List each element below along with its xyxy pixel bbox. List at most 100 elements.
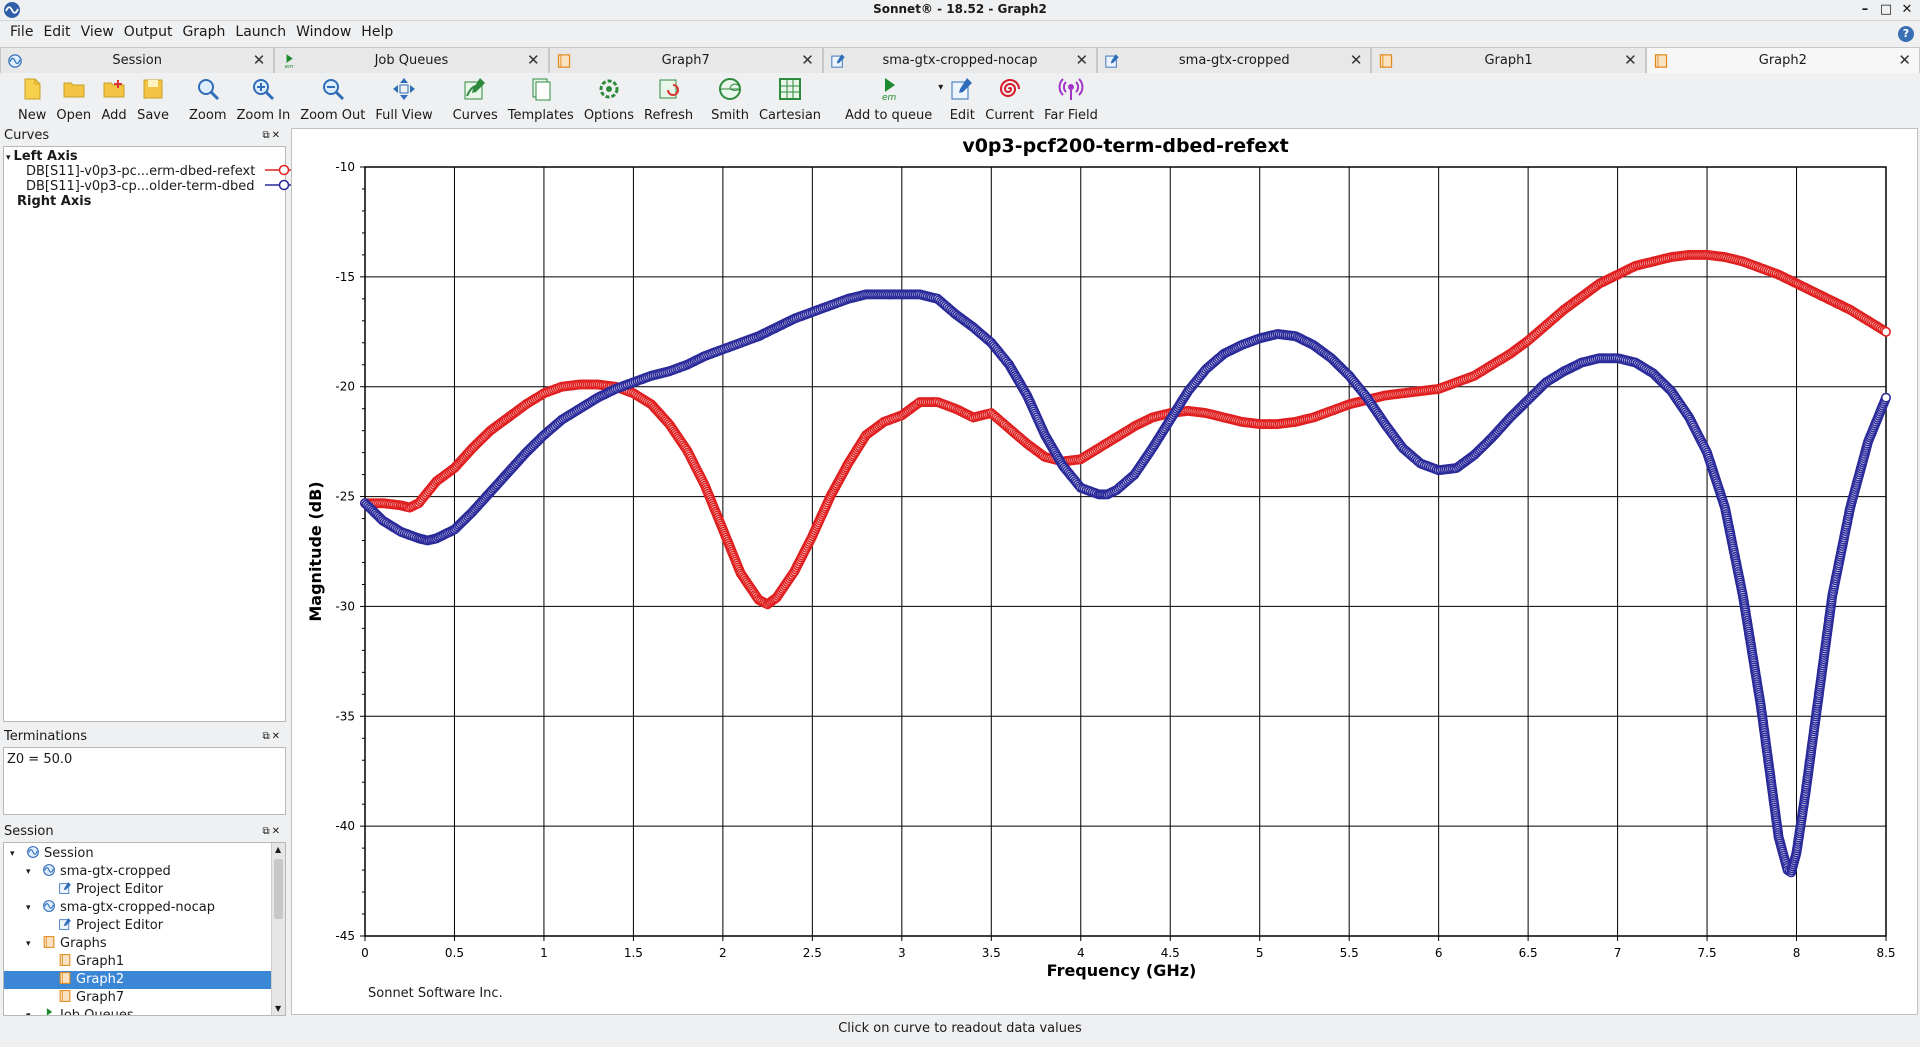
tab-close-icon[interactable]: ✕: [527, 51, 540, 69]
tab-close-icon[interactable]: ✕: [801, 51, 814, 69]
graph-area[interactable]: v0p3-pcf200-term-dbed-refext 0 0.5 1 1.5 2 2.5…: [291, 128, 1918, 1015]
graph-doc-icon: [1378, 53, 1394, 69]
y-axis-label: Magnitude (dB): [306, 481, 325, 621]
menu-window[interactable]: Window: [292, 22, 357, 44]
session-tree-item[interactable]: ▾ sma-gtx-cropped: [4, 863, 272, 881]
curve-item[interactable]: DB[S11]-v0p3-cp...older-term-dbed: [26, 179, 303, 194]
full-view-button[interactable]: Full View: [375, 74, 433, 126]
tree-expand-arrow-icon[interactable]: ▾: [26, 1007, 31, 1015]
x-tick-label: 1.5: [624, 946, 643, 960]
session-tree-item[interactable]: ▾ Graphs: [4, 935, 272, 953]
series-red[interactable]: [360, 249, 1892, 610]
edit-icon: [951, 78, 973, 100]
save-button[interactable]: Save: [137, 74, 169, 126]
smith-button[interactable]: Smith: [711, 74, 749, 126]
maximize-button[interactable]: □: [1877, 1, 1895, 19]
refresh-button[interactable]: Refresh: [644, 74, 693, 126]
menu-output[interactable]: Output: [120, 22, 179, 44]
tab-sma-gtx-cropped-nocap[interactable]: sma-gtx-cropped-nocap ✕: [822, 47, 1098, 73]
tab-session[interactable]: Session ✕: [0, 47, 275, 73]
session-scrollbar[interactable]: ▲ ▼: [271, 843, 285, 1015]
session-tree-item[interactable]: Project Editor: [4, 881, 272, 899]
add-button[interactable]: Add: [101, 74, 127, 126]
curve-item[interactable]: DB[S11]-v0p3-pc...erm-dbed-refext: [26, 164, 304, 179]
sonnet-project-icon: [42, 899, 56, 913]
scroll-up-icon[interactable]: ▲: [275, 845, 281, 854]
right-axis-node[interactable]: Right Axis: [17, 194, 91, 209]
help-icon[interactable]: ?: [1898, 26, 1914, 42]
far-field-button[interactable]: Far Field: [1044, 74, 1098, 126]
tab-sma-gtx-cropped[interactable]: sma-gtx-cropped ✕: [1097, 47, 1372, 73]
session-tree-item[interactable]: ▾ em Job Queues: [4, 1007, 272, 1015]
series-blue[interactable]: [360, 289, 1892, 878]
new-button[interactable]: New: [18, 74, 46, 126]
tree-expand-arrow-icon[interactable]: ▾: [26, 863, 31, 881]
x-tick-label: 5.5: [1340, 946, 1359, 960]
tree-expand-arrow-icon[interactable]: ▾: [26, 935, 31, 953]
session-tree-item[interactable]: Graph1: [4, 953, 272, 971]
zoom-in-button[interactable]: Zoom In: [237, 74, 290, 126]
menu-view[interactable]: View: [77, 22, 120, 44]
left-axis-node[interactable]: ▾ Left Axis: [6, 149, 78, 164]
curves-button[interactable]: Curves: [453, 74, 498, 126]
zoom-out-button[interactable]: Zoom Out: [300, 74, 365, 126]
menu-graph[interactable]: Graph: [178, 22, 231, 44]
toolbar-button-label: Save: [137, 108, 170, 123]
panel-float-close-icon[interactable]: ⧉✕: [262, 731, 282, 742]
collapse-arrow-icon[interactable]: ▾: [6, 153, 11, 163]
session-tree-item[interactable]: Project Editor: [4, 917, 272, 935]
tab-close-icon[interactable]: ✕: [1076, 51, 1089, 69]
panel-float-close-icon[interactable]: ⧉✕: [262, 130, 282, 141]
x-tick-label: 5: [1256, 946, 1264, 960]
current-button[interactable]: Current: [985, 74, 1034, 126]
tab-graph1[interactable]: Graph1 ✕: [1371, 47, 1646, 73]
templates-button[interactable]: Templates: [508, 74, 574, 126]
main-toolbar: New Open Add Save Zoom Zoom In Zoom Out Full Vi…: [0, 74, 1920, 126]
cartesian-button[interactable]: Cartesian: [759, 74, 821, 126]
tree-expand-arrow-icon[interactable]: ▾: [26, 899, 31, 917]
add-to-queue-button[interactable]: em Add to queue: [845, 74, 932, 126]
session-tree-item[interactable]: ▾ sma-gtx-cropped-nocap: [4, 899, 272, 917]
tab-close-icon[interactable]: ✕: [1624, 51, 1637, 69]
tree-expand-arrow-icon[interactable]: ▾: [10, 845, 15, 863]
menu-launch[interactable]: Launch: [231, 22, 292, 44]
session-tree-item[interactable]: ▾ Session: [4, 845, 272, 863]
session-tree-item[interactable]: Graph2: [4, 971, 272, 989]
data-point-marker[interactable]: [1881, 392, 1892, 403]
window-title: Sonnet® - 18.52 - Graph2: [873, 2, 1047, 16]
tab-graph7[interactable]: Graph7 ✕: [548, 47, 823, 73]
queue-dropdown-arrow-icon[interactable]: ▾: [938, 82, 943, 93]
tab-label: Graph2: [1758, 53, 1807, 68]
menu-edit[interactable]: Edit: [39, 22, 76, 44]
panel-float-close-icon[interactable]: ⧉✕: [262, 826, 282, 837]
tab-graph2[interactable]: Graph2 ✕: [1645, 47, 1920, 73]
tab-close-icon[interactable]: ✕: [1898, 51, 1911, 69]
menu-help[interactable]: Help: [357, 22, 399, 44]
close-window-button[interactable]: ✕: [1898, 1, 1916, 19]
add-folder-icon: [103, 80, 125, 98]
sonnet-session-icon: [26, 845, 40, 859]
menu-file[interactable]: File: [6, 22, 39, 44]
tree-item-label: Graph7: [76, 990, 125, 1005]
project-editor-icon: [1105, 54, 1119, 68]
sonnet-session-icon: [7, 53, 23, 69]
smith-chart-icon: [719, 78, 742, 100]
zoom-button[interactable]: Zoom: [189, 74, 227, 126]
data-point-marker[interactable]: [1881, 326, 1892, 337]
curves-icon: [464, 78, 486, 100]
open-button[interactable]: Open: [56, 74, 91, 126]
s11-chart[interactable]: v0p3-pcf200-term-dbed-refext 0 0.5 1 1.5 2 2.5…: [292, 129, 1917, 1014]
tab-job-queues[interactable]: em Job Queues ✕: [274, 47, 549, 73]
curve-label: DB[S11]-v0p3-pc...erm-dbed-refext: [26, 164, 256, 179]
scroll-down-icon[interactable]: ▼: [275, 1004, 281, 1013]
x-tick-label: 3.5: [982, 946, 1001, 960]
scrollbar-thumb[interactable]: [274, 859, 283, 919]
sonnet-project-icon: [43, 864, 55, 876]
project-editor-icon: [1104, 53, 1120, 69]
minimize-button[interactable]: –: [1856, 1, 1874, 19]
session-tree-item[interactable]: Graph7: [4, 989, 272, 1007]
tab-close-icon[interactable]: ✕: [253, 51, 266, 69]
tab-close-icon[interactable]: ✕: [1350, 51, 1363, 69]
options-button[interactable]: Options: [584, 74, 634, 126]
edit-button[interactable]: Edit: [949, 74, 975, 126]
